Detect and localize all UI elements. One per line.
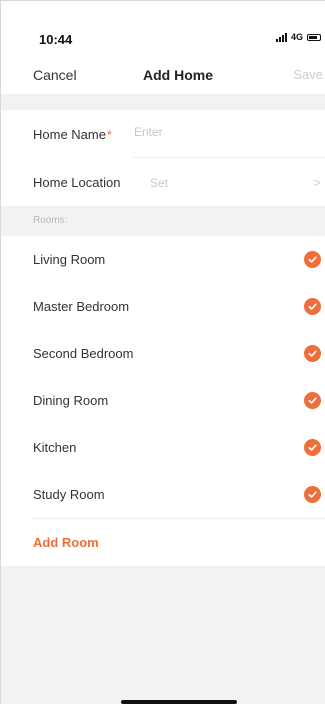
check-icon[interactable] <box>304 486 321 503</box>
save-button[interactable]: Save <box>293 67 323 82</box>
status-indicators: 4G <box>275 32 321 42</box>
room-label: Kitchen <box>33 440 77 455</box>
check-icon[interactable] <box>304 251 321 268</box>
home-location-row[interactable]: Home Location Set > <box>1 158 325 206</box>
room-label: Study Room <box>33 487 105 502</box>
home-indicator <box>121 700 237 704</box>
check-icon[interactable] <box>304 439 321 456</box>
status-time: 10:44 <box>39 32 73 47</box>
app-screen: 10:44 4G Cancel Add Home Save Home Name*… <box>0 0 325 704</box>
room-label: Master Bedroom <box>33 299 130 314</box>
add-room-label: Add Room <box>33 534 99 550</box>
page-title: Add Home <box>143 67 213 83</box>
rooms-list: Living Room Master Bedroom Second Bedroo… <box>1 236 325 566</box>
home-name-row: Home Name* <box>1 110 325 158</box>
check-icon[interactable] <box>304 298 321 315</box>
home-name-label: Home Name* <box>33 127 112 142</box>
check-icon[interactable] <box>304 345 321 362</box>
required-mark: * <box>106 127 112 142</box>
room-item[interactable]: Kitchen <box>1 424 325 471</box>
nav-bar: Cancel Add Home Save <box>1 63 325 87</box>
home-form: Home Name* Home Location Set > <box>1 110 325 206</box>
home-location-value: Set <box>150 176 169 190</box>
home-location-label: Home Location <box>33 174 121 190</box>
chevron-right-icon: > <box>313 175 321 190</box>
add-room-button[interactable]: Add Room <box>1 518 325 566</box>
room-item[interactable]: Living Room <box>1 236 325 283</box>
room-item[interactable]: Master Bedroom <box>1 283 325 330</box>
room-item[interactable]: Study Room <box>1 471 325 518</box>
rooms-section-header: Rooms: <box>1 206 325 236</box>
section-gap <box>1 94 325 110</box>
room-label: Second Bedroom <box>33 346 134 361</box>
rooms-header-label: Rooms: <box>33 215 68 226</box>
room-item[interactable]: Dining Room <box>1 377 325 424</box>
room-label: Dining Room <box>33 393 109 408</box>
home-name-input[interactable] <box>134 125 314 139</box>
room-item[interactable]: Second Bedroom <box>1 330 325 377</box>
signal-icon <box>275 32 287 42</box>
home-name-label-text: Home Name <box>33 126 106 142</box>
divider <box>33 518 325 519</box>
battery-icon <box>307 33 321 41</box>
network-type: 4G <box>290 32 303 42</box>
header-area: 10:44 4G Cancel Add Home Save <box>1 1 325 94</box>
room-label: Living Room <box>33 252 106 267</box>
check-icon[interactable] <box>304 392 321 409</box>
cancel-button[interactable]: Cancel <box>33 67 77 83</box>
status-bar: 10:44 4G <box>1 29 325 49</box>
